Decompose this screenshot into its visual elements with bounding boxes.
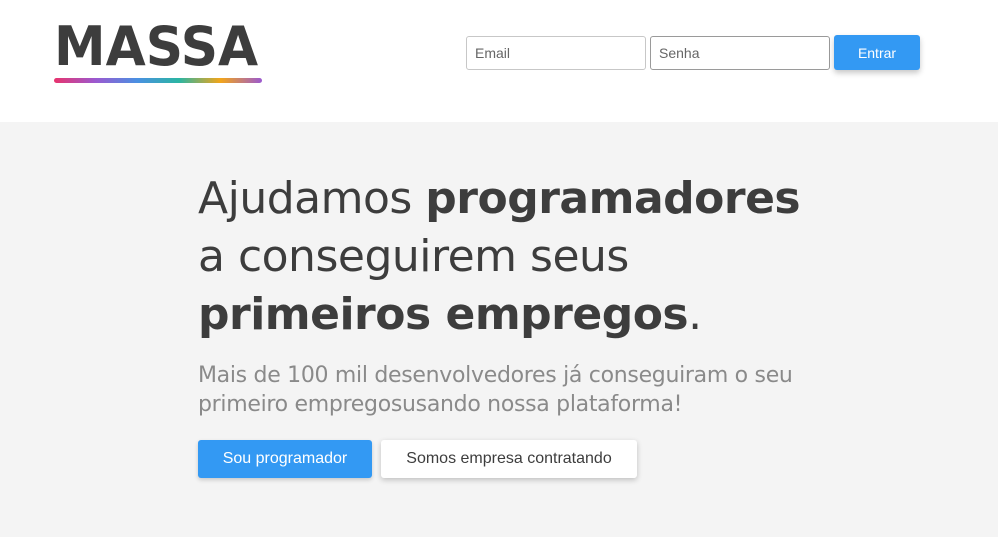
subtitle-line1: Mais de 100 mil desenvolvedores já conse…	[198, 363, 793, 388]
headline-part3-bold: primeiros empregos	[198, 289, 689, 340]
logo-gradient-bar	[54, 78, 262, 83]
headline-part2: a conseguirem seus	[198, 231, 629, 282]
logo-text: MASSA	[54, 15, 259, 78]
hero-actions: Sou programador Somos empresa contratand…	[198, 440, 637, 478]
hero-headline: Ajudamos programadores a conseguirem seu…	[198, 170, 801, 344]
login-form: Entrar	[466, 35, 920, 70]
massa-logo[interactable]: MASSA	[54, 15, 267, 83]
company-signup-button[interactable]: Somos empresa contratando	[381, 440, 637, 478]
email-field[interactable]	[466, 35, 646, 70]
headline-part1-bold: programadores	[425, 173, 801, 224]
headline-period: .	[688, 289, 702, 340]
hero-section: Ajudamos programadores a conseguirem seu…	[0, 122, 998, 537]
password-field[interactable]	[650, 35, 830, 70]
subtitle-line2: primeiro empregosusando nossa plataforma…	[198, 392, 683, 417]
login-button[interactable]: Entrar	[834, 35, 920, 70]
developer-signup-button[interactable]: Sou programador	[198, 440, 372, 478]
hero-subtitle: Mais de 100 mil desenvolvedores já conse…	[198, 361, 818, 419]
site-header: MASSA Entrar	[0, 0, 998, 122]
headline-part1: Ajudamos	[198, 173, 426, 224]
